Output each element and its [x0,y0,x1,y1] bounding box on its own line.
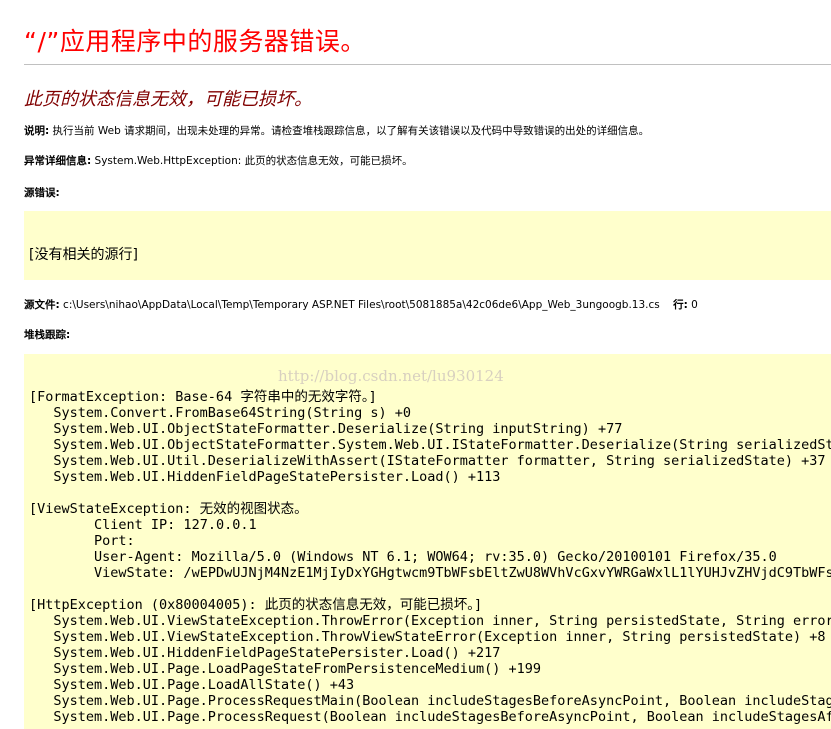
title-divider [24,64,831,65]
description-text: 执行当前 Web 请求期间，出现未处理的异常。请检查堆栈跟踪信息，以了解有关该错… [49,125,650,137]
source-error-text: [没有相关的源行] [29,247,138,263]
line-number-label: 行: [673,299,688,311]
description-label: 说明: [24,125,50,137]
exception-details-label: 异常详细信息: [24,155,92,167]
stack-trace-box: [FormatException: Base-64 字符串中的无效字符。] Sy… [24,354,831,729]
stack-trace-heading: 堆栈跟踪: [24,327,70,342]
source-error-label: 源错误: [24,187,60,199]
source-error-heading: 源错误: [24,185,60,200]
stack-trace-label: 堆栈跟踪: [24,329,71,341]
source-file-label: 源文件: [24,299,60,311]
page-title: “/”应用程序中的服务器错误。 [24,27,366,56]
exception-details-line: 异常详细信息: System.Web.HttpException: 此页的状态信… [24,153,413,168]
exception-details-text: System.Web.HttpException: 此页的状态信息无效，可能已损… [91,155,413,167]
watermark-text: http://blog.csdn.net/lu930124 [278,367,504,385]
stack-trace-text: [FormatException: Base-64 字符串中的无效字符。] Sy… [29,389,831,725]
error-subtitle: 此页的状态信息无效，可能已损坏。 [24,89,312,110]
source-file-line: 源文件: c:\Users\nihao\AppData\Local\Temp\T… [24,297,698,312]
source-error-box: [没有相关的源行] [24,211,831,280]
description-line: 说明: 执行当前 Web 请求期间，出现未处理的异常。请检查堆栈跟踪信息，以了解… [24,123,649,138]
source-file-path: c:\Users\nihao\AppData\Local\Temp\Tempor… [59,299,660,311]
line-number-value: 0 [687,299,698,311]
